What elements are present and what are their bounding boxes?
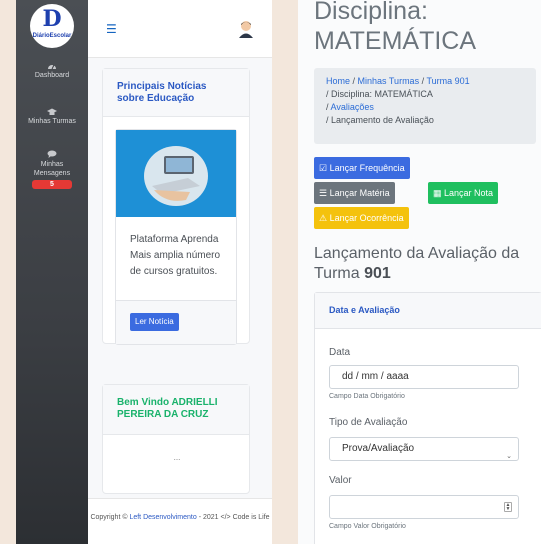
sidebar-item-minhas-mensagens[interactable]: Minhas Mensagens 5 [16, 150, 88, 189]
breadcrumb-lancamento: Lançamento de Avaliação [331, 115, 434, 125]
list-icon: ☰ [319, 188, 328, 198]
launch-occurrence-button[interactable]: ⚠ Lançar Ocorrência [314, 207, 409, 229]
number-spinner-icon[interactable]: ▲ ▼ [504, 502, 512, 512]
news-text: Plataforma Aprenda Mais amplia número de… [130, 234, 221, 277]
sidebar-item-dashboard[interactable]: Dashboard [16, 62, 88, 79]
warning-triangle-icon: ⚠ [319, 213, 328, 223]
launch-grade-button[interactable]: ▦ Lançar Nota [428, 182, 499, 204]
date-input[interactable]: dd / mm / aaaa [329, 365, 519, 389]
dashboard-content: Principais Notícias sobre Educação Plata… [88, 58, 272, 498]
launch-frequency-button[interactable]: ☑ Lançar Frequência [314, 157, 410, 179]
evaluation-type-select[interactable]: Prova/Avaliação ⌄ [329, 437, 519, 461]
right-screen: Disciplina: MATEMÁTICA Home / Minhas Tur… [298, 0, 541, 544]
sidebar-item-label: Minhas Turmas [28, 118, 76, 125]
read-news-button[interactable]: Ler Notícia [130, 313, 179, 331]
sidebar-item-label: Dashboard [34, 72, 70, 79]
chevron-down-icon: ⌄ [506, 453, 512, 460]
footer-link[interactable]: Left Desenvolvimento [129, 514, 196, 521]
breadcrumb: Home / Minhas Turmas / Turma 901 / Disci… [314, 68, 536, 144]
page-footer: Copyright © Left Desenvolvimento - 2021 … [88, 498, 272, 544]
footer-prefix: Copyright © [90, 514, 130, 521]
breadcrumb-home[interactable]: Home [326, 76, 350, 86]
sidebar-item-minhas-turmas[interactable]: Minhas Turmas [16, 108, 88, 125]
value-input[interactable]: ▲ ▼ [329, 495, 519, 519]
user-avatar-icon[interactable] [238, 20, 254, 38]
value-label: Valor [329, 475, 352, 486]
date-hint: Campo Data Obrigatório [329, 393, 405, 400]
news-card-header: Principais Notícias sobre Educação [103, 69, 249, 117]
form-card-header: Data e Avaliação [315, 293, 541, 329]
page-title: Disciplina: MATEMÁTICA [314, 0, 477, 55]
sidebar: D DiárioEscolar Dashboard Minhas Turmas … [16, 0, 88, 544]
calculator-icon: ▦ [433, 188, 442, 198]
news-item: Plataforma Aprenda Mais amplia número de… [115, 129, 237, 345]
top-bar: ☰ [88, 0, 272, 58]
news-item-footer: Ler Notícia [116, 300, 236, 344]
launch-title-text: Lançamento da Avaliação da Turma [314, 245, 520, 282]
hamburger-icon[interactable]: ☰ [106, 22, 117, 36]
sidebar-item-label: Minhas Mensagens [33, 161, 71, 177]
news-photo-image [116, 130, 236, 217]
breadcrumb-minhas-turmas[interactable]: Minhas Turmas [358, 76, 420, 86]
breadcrumb-avaliacoes[interactable]: Avaliações [331, 102, 374, 112]
message-icon [47, 150, 57, 158]
date-label: Data [329, 347, 351, 358]
launch-title: Lançamento da Avaliação da Turma 901 [314, 244, 539, 284]
left-screen: D DiárioEscolar Dashboard Minhas Turmas … [16, 0, 272, 544]
date-input-value: dd / mm / aaaa [342, 371, 409, 382]
value-hint: Campo Valor Obrigatório [329, 523, 406, 530]
launch-subject-button[interactable]: ☰ Lançar Matéria [314, 182, 395, 204]
calendar-check-icon: ☑ [319, 163, 328, 173]
news-image [116, 130, 236, 217]
welcome-card: Bem Vindo ADRIELLI PEREIRA DA CRUZ ... [102, 384, 250, 494]
evaluation-type-label: Tipo de Avaliação [329, 417, 408, 428]
welcome-card-title: Bem Vindo ADRIELLI PEREIRA DA CRUZ [117, 397, 218, 420]
class-number: 901 [364, 265, 391, 282]
breadcrumb-disciplina: Disciplina: MATEMÁTICA [331, 89, 433, 99]
news-card: Principais Notícias sobre Educação Plata… [102, 68, 250, 345]
welcome-card-header: Bem Vindo ADRIELLI PEREIRA DA CRUZ [103, 385, 249, 435]
messages-count-badge: 5 [32, 180, 72, 189]
logo-text: DiárioEscolar [32, 33, 72, 39]
welcome-card-body: ... [173, 453, 181, 462]
launch-grade-label: Lançar Nota [444, 188, 494, 198]
logo-d-icon: D [42, 6, 62, 32]
news-card-title: Principais Notícias sobre Educação [117, 81, 207, 104]
footer-suffix: - 2021 </> Code is Life [196, 514, 270, 521]
dashboard-icon [48, 64, 56, 70]
app-logo[interactable]: D DiárioEscolar [30, 4, 74, 48]
launch-subject-label: Lançar Matéria [329, 188, 390, 198]
graduation-cap-icon [47, 108, 57, 115]
evaluation-form-card: Data e Avaliação Data dd / mm / aaaa Cam… [314, 292, 541, 544]
launch-frequency-label: Lançar Frequência [329, 163, 405, 173]
breadcrumb-turma[interactable]: Turma 901 [426, 76, 469, 86]
launch-occurrence-label: Lançar Ocorrência [329, 213, 404, 223]
evaluation-type-value: Prova/Avaliação [342, 443, 415, 454]
